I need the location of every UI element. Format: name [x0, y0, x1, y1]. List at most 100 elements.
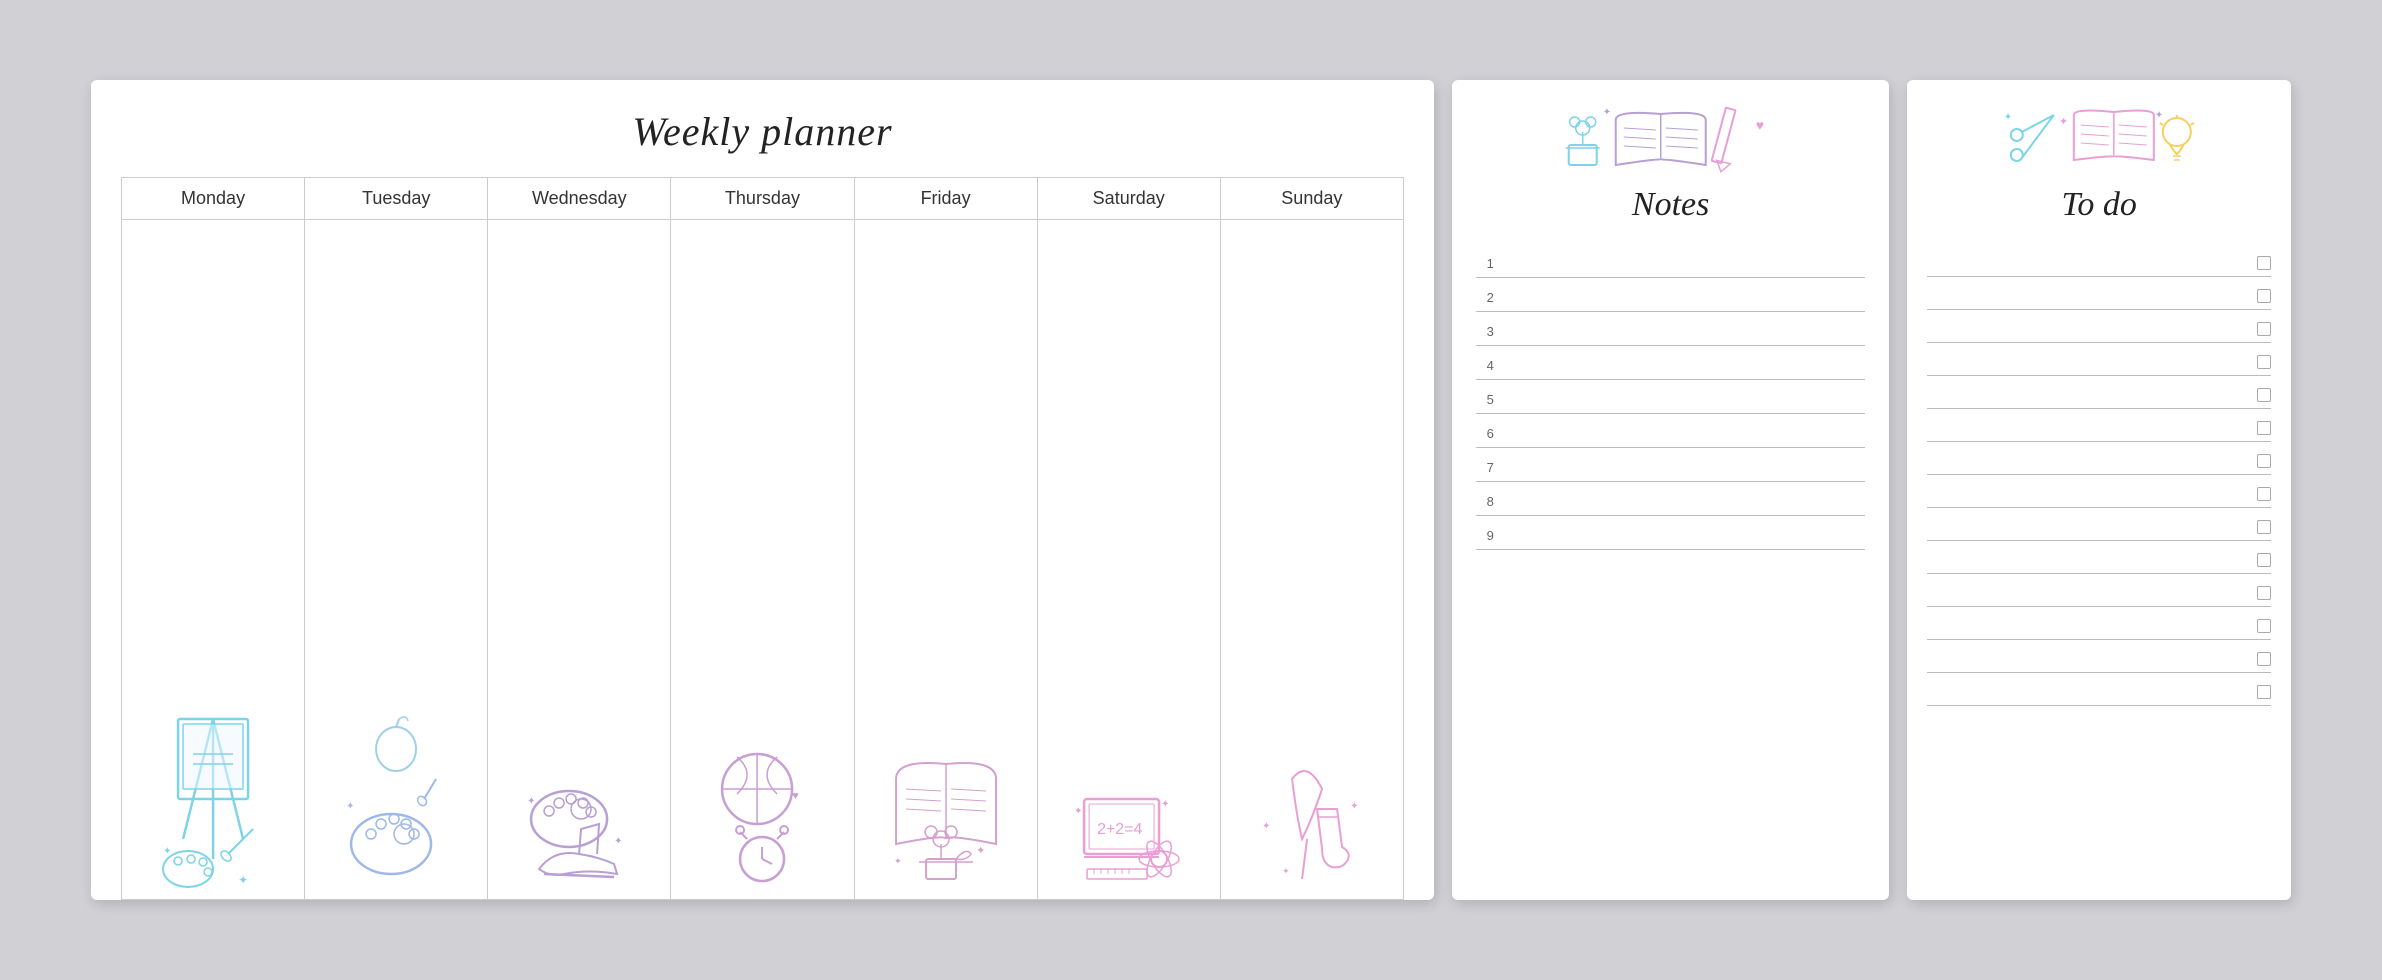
todo-underline-12 — [1927, 634, 2249, 635]
todo-line-6 — [1927, 409, 2271, 442]
note-number-8: 8 — [1476, 494, 1494, 511]
todo-checkbox-1[interactable] — [2257, 256, 2271, 270]
svg-text:✦: ✦ — [614, 836, 622, 847]
todo-underline-1 — [1927, 271, 2249, 272]
note-line-1: 1 — [1476, 244, 1865, 278]
todo-line-10 — [1927, 541, 2271, 574]
doodle-saturday: 2+2=4 — [1038, 699, 1220, 899]
svg-text:✦: ✦ — [1262, 821, 1270, 832]
note-underline-1 — [1504, 272, 1865, 273]
todo-checkbox-11[interactable] — [2257, 586, 2271, 600]
doodle-friday: ✦ ✦ — [855, 699, 1037, 899]
svg-text:2+2=4: 2+2=4 — [1097, 821, 1142, 838]
todo-underline-6 — [1927, 436, 2249, 437]
day-header-monday: Monday — [122, 178, 304, 220]
day-column-tuesday: Tuesday — [305, 178, 488, 900]
todo-checkbox-7[interactable] — [2257, 454, 2271, 468]
note-number-2: 2 — [1476, 290, 1494, 307]
todo-checkbox-9[interactable] — [2257, 520, 2271, 534]
svg-text:♥: ♥ — [1756, 117, 1764, 133]
day-content-monday: ✦ ✦ — [122, 220, 304, 899]
day-column-saturday: Saturday 2+2=4 — [1038, 178, 1221, 900]
todo-title: To do — [1927, 186, 2271, 224]
day-column-wednesday: Wednesday — [488, 178, 671, 900]
note-number-9: 9 — [1476, 528, 1494, 545]
todo-line-11 — [1927, 574, 2271, 607]
day-column-monday: Monday — [122, 178, 305, 900]
note-number-5: 5 — [1476, 392, 1494, 409]
doodle-wednesday: ✦ ✦ — [488, 699, 670, 899]
svg-text:✦: ✦ — [2059, 116, 2068, 128]
note-line-2: 2 — [1476, 278, 1865, 312]
todo-underline-10 — [1927, 568, 2249, 569]
todo-line-5 — [1927, 376, 2271, 409]
note-line-9: 9 — [1476, 516, 1865, 550]
day-content-wednesday: ✦ ✦ — [488, 220, 670, 899]
notes-title: Notes — [1476, 186, 1865, 224]
todo-checkbox-3[interactable] — [2257, 322, 2271, 336]
day-content-saturday: 2+2=4 — [1038, 220, 1220, 899]
note-line-7: 7 — [1476, 448, 1865, 482]
todo-underline-3 — [1927, 337, 2249, 338]
todo-underline-4 — [1927, 370, 2249, 371]
todo-checkbox-10[interactable] — [2257, 553, 2271, 567]
todo-checkbox-14[interactable] — [2257, 685, 2271, 699]
todo-checkbox-13[interactable] — [2257, 652, 2271, 666]
day-column-friday: Friday — [855, 178, 1038, 900]
note-underline-3 — [1504, 340, 1865, 341]
weekly-planner: Weekly planner Monday — [91, 80, 1434, 900]
day-content-sunday: ✦ ✦ ✦ — [1221, 220, 1403, 899]
todo-panel: ✦ ✦ ✦ — [1907, 80, 2291, 900]
day-header-thursday: Thursday — [671, 178, 853, 220]
svg-text:✦: ✦ — [527, 796, 535, 807]
todo-checkbox-4[interactable] — [2257, 355, 2271, 369]
note-line-3: 3 — [1476, 312, 1865, 346]
note-underline-8 — [1504, 510, 1865, 511]
todo-checkbox-2[interactable] — [2257, 289, 2271, 303]
note-line-5: 5 — [1476, 380, 1865, 414]
note-number-4: 4 — [1476, 358, 1494, 375]
doodle-tuesday: ✦ — [305, 699, 487, 899]
todo-checkbox-12[interactable] — [2257, 619, 2271, 633]
svg-text:✦: ✦ — [2004, 112, 2012, 123]
svg-text:✦: ✦ — [1350, 801, 1358, 812]
doodle-sunday: ✦ ✦ ✦ — [1221, 699, 1403, 899]
svg-text:✦: ✦ — [894, 856, 902, 866]
todo-underline-13 — [1927, 667, 2249, 668]
todo-underline-14 — [1927, 700, 2249, 701]
note-line-4: 4 — [1476, 346, 1865, 380]
svg-text:✦: ✦ — [238, 873, 248, 887]
day-content-friday: ✦ ✦ — [855, 220, 1037, 899]
note-underline-6 — [1504, 442, 1865, 443]
planner-title: Weekly planner — [121, 108, 1404, 157]
todo-checkbox-8[interactable] — [2257, 487, 2271, 501]
notes-lines: 1 2 3 4 5 6 7 — [1476, 244, 1865, 870]
doodle-thursday: ♥ — [671, 699, 853, 899]
svg-text:✦: ✦ — [163, 846, 171, 857]
note-number-1: 1 — [1476, 256, 1494, 273]
day-header-friday: Friday — [855, 178, 1037, 220]
svg-text:✦: ✦ — [346, 801, 354, 812]
note-underline-4 — [1504, 374, 1865, 375]
day-column-sunday: Sunday ✦ ✦ ✦ — [1221, 178, 1404, 900]
note-underline-9 — [1504, 544, 1865, 545]
todo-underline-11 — [1927, 601, 2249, 602]
svg-text:✦: ✦ — [2155, 110, 2163, 121]
note-underline-5 — [1504, 408, 1865, 409]
todo-line-1 — [1927, 244, 2271, 277]
todo-checkbox-5[interactable] — [2257, 388, 2271, 402]
todo-lines — [1927, 244, 2271, 870]
todo-underline-7 — [1927, 469, 2249, 470]
notes-doodles-top: ♥ ✦ — [1476, 100, 1865, 180]
todo-line-12 — [1927, 607, 2271, 640]
day-content-tuesday: ✦ — [305, 220, 487, 899]
day-header-saturday: Saturday — [1038, 178, 1220, 220]
note-line-8: 8 — [1476, 482, 1865, 516]
note-line-6: 6 — [1476, 414, 1865, 448]
todo-checkbox-6[interactable] — [2257, 421, 2271, 435]
todo-line-13 — [1927, 640, 2271, 673]
svg-text:✦: ✦ — [1161, 799, 1169, 810]
doodle-monday: ✦ ✦ — [122, 699, 304, 899]
todo-doodles-top: ✦ ✦ ✦ — [1927, 100, 2271, 180]
note-number-6: 6 — [1476, 426, 1494, 443]
